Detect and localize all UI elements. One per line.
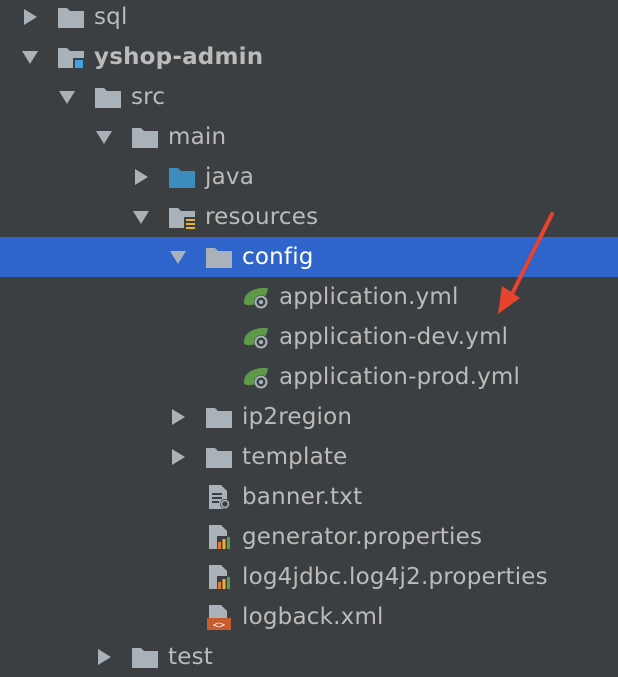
tree-item-application-prod-yml[interactable]: application-prod.yml [0,357,618,397]
tree-item-label: generator.properties [242,524,483,550]
tree-item-ip2region[interactable]: ip2region [0,397,618,437]
tree-item-application-dev-yml[interactable]: application-dev.yml [0,317,618,357]
tree-item-src[interactable]: src [0,77,618,117]
collapsed-arrow-icon[interactable] [92,645,116,669]
collapsed-arrow-icon[interactable] [166,445,190,469]
collapsed-arrow-icon[interactable] [18,5,42,29]
tree-item-label: logback.xml [242,604,384,630]
tree-item-test[interactable]: test [0,637,618,677]
expanded-arrow-icon[interactable] [18,45,42,69]
tree-item-java[interactable]: java [0,157,618,197]
text-file-icon [204,484,234,510]
tree-item-logback-xml[interactable]: <> logback.xml [0,597,618,637]
properties-file-icon [204,564,234,590]
collapsed-arrow-icon[interactable] [166,405,190,429]
tree-item-label: src [131,84,166,110]
svg-text:<>: <> [213,620,225,630]
tree-item-label: test [168,644,213,670]
tree-item-main[interactable]: main [0,117,618,157]
tree-item-label: application-dev.yml [279,324,509,350]
resources-folder-icon [167,204,197,230]
tree-item-log4jdbc-log4j2-properties[interactable]: log4jdbc.log4j2.properties [0,557,618,597]
expanded-arrow-icon[interactable] [129,205,153,229]
collapsed-arrow-icon[interactable] [129,165,153,189]
folder-icon [56,4,86,30]
tree-item-banner-txt[interactable]: banner.txt [0,477,618,517]
tree-item-generator-properties[interactable]: generator.properties [0,517,618,557]
annotation-arrow-icon [490,210,560,320]
folder-icon [204,444,234,470]
folder-icon [204,244,234,270]
tree-item-label: log4jdbc.log4j2.properties [242,564,548,590]
properties-file-icon [204,524,234,550]
source-folder-icon [167,164,197,190]
tree-item-sql[interactable]: sql [0,0,618,37]
module-folder-icon [56,44,86,70]
tree-item-label: ip2region [242,404,353,430]
tree-item-label: template [242,444,348,470]
tree-item-label: yshop-admin [94,44,264,70]
folder-icon [130,644,160,670]
tree-item-label: sql [94,4,128,30]
expanded-arrow-icon[interactable] [55,85,79,109]
tree-item-label: application.yml [279,284,459,310]
spring-config-icon [241,324,271,350]
tree-item-label: application-prod.yml [279,364,521,390]
spring-config-icon [241,364,271,390]
folder-icon [204,404,234,430]
tree-item-template[interactable]: template [0,437,618,477]
tree-item-yshop-admin[interactable]: yshop-admin [0,37,618,77]
tree-item-label: banner.txt [242,484,363,510]
spring-config-icon [241,284,271,310]
folder-icon [130,124,160,150]
xml-file-icon: <> [204,604,234,630]
expanded-arrow-icon[interactable] [166,245,190,269]
tree-item-label: java [205,164,254,190]
folder-icon [93,84,123,110]
tree-item-label: config [242,244,314,270]
expanded-arrow-icon[interactable] [92,125,116,149]
tree-item-label: main [168,124,227,150]
tree-item-label: resources [205,204,319,230]
